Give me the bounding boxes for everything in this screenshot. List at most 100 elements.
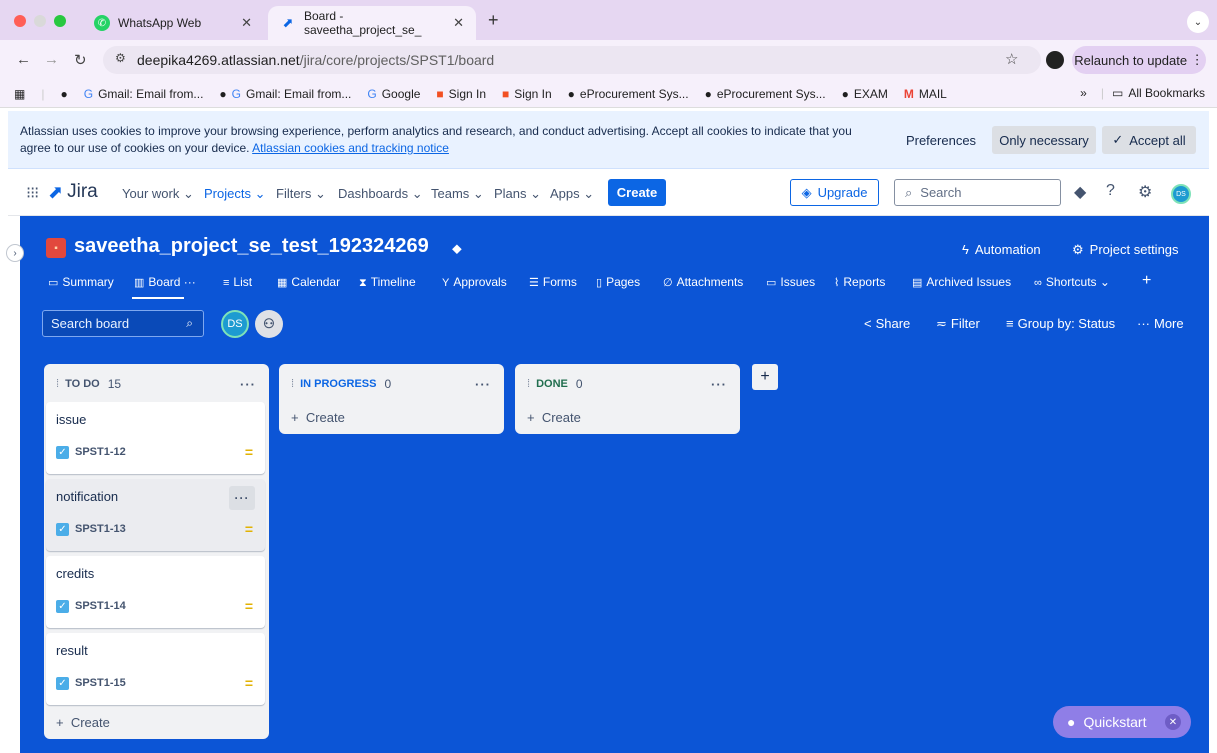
column-more-button[interactable]: ··· bbox=[475, 377, 491, 392]
profile-avatar[interactable] bbox=[1046, 51, 1064, 69]
tab-pages[interactable]: ▯ Pages bbox=[596, 275, 640, 289]
bookmark-signin-1[interactable]: ■ Sign In bbox=[436, 87, 486, 101]
avatar-filter[interactable]: DS bbox=[221, 310, 249, 338]
tab-whatsapp[interactable]: ✆ WhatsApp Web ✕ bbox=[82, 6, 264, 40]
nav-projects[interactable]: Projects ⌄ bbox=[204, 186, 265, 202]
minimize-window-button[interactable] bbox=[34, 15, 46, 27]
close-tab-icon[interactable]: ✕ bbox=[241, 15, 252, 31]
nav-plans[interactable]: Plans ⌄ bbox=[494, 186, 541, 202]
issue-card[interactable]: result ✓ SPST1-15 = bbox=[46, 633, 265, 705]
bookmark-eprocurement-1[interactable]: ● eProcurement Sys... bbox=[568, 87, 689, 101]
issue-key[interactable]: SPST1-12 bbox=[75, 446, 126, 458]
close-tab-icon[interactable]: ✕ bbox=[453, 15, 464, 31]
issue-card[interactable]: notification ··· ✓ SPST1-13 = bbox=[46, 479, 265, 551]
expand-sidebar-button[interactable]: › bbox=[6, 244, 24, 262]
share-button[interactable]: < Share bbox=[864, 316, 910, 331]
more-button[interactable]: ··· More bbox=[1137, 316, 1184, 331]
issue-card[interactable]: issue ✓ SPST1-12 = bbox=[46, 402, 265, 474]
settings-icon[interactable]: ⚙ bbox=[1138, 182, 1152, 202]
create-issue-button[interactable]: + Create bbox=[291, 410, 345, 425]
tab-timeline[interactable]: ⧗ Timeline bbox=[359, 275, 416, 290]
project-settings-button[interactable]: ⚙ Project settings bbox=[1072, 242, 1179, 258]
bookmark-chrome-icon[interactable]: ● bbox=[60, 87, 67, 101]
only-necessary-button[interactable]: Only necessary bbox=[992, 126, 1096, 154]
chevron-right-icon[interactable]: » bbox=[1080, 86, 1087, 100]
nav-dashboards[interactable]: Dashboards ⌄ bbox=[338, 186, 423, 202]
help-icon[interactable]: ? bbox=[1106, 182, 1115, 200]
drag-handle-icon[interactable]: ⁞ bbox=[56, 378, 59, 390]
create-issue-button[interactable]: + Create bbox=[56, 715, 110, 730]
create-button[interactable]: Create bbox=[608, 179, 666, 206]
tab-shortcuts[interactable]: ∞ Shortcuts ⌄ bbox=[1034, 275, 1110, 289]
bookmark-mail[interactable]: M MAIL bbox=[904, 87, 947, 101]
nav-apps[interactable]: Apps ⌄ bbox=[550, 186, 594, 202]
drag-handle-icon[interactable]: ⁞ bbox=[291, 378, 294, 390]
bookmark-gmail-2[interactable]: ● G Gmail: Email from... bbox=[219, 87, 351, 101]
nav-filters[interactable]: Filters ⌄ bbox=[276, 186, 326, 202]
search-icon: ⌕ bbox=[905, 184, 913, 200]
nav-your-work[interactable]: Your work ⌄ bbox=[122, 186, 194, 202]
issue-card[interactable]: credits ✓ SPST1-14 = bbox=[46, 556, 265, 628]
pin-icon[interactable]: ⬥ bbox=[452, 240, 462, 257]
create-issue-button[interactable]: + Create bbox=[527, 410, 581, 425]
group-by-button[interactable]: ≡ Group by: Status bbox=[1006, 316, 1115, 331]
filter-button[interactable]: ≂ Filter bbox=[936, 316, 980, 332]
forward-button[interactable]: → bbox=[44, 51, 59, 68]
tab-search-button[interactable]: ⌄ bbox=[1187, 11, 1209, 33]
close-window-button[interactable] bbox=[14, 15, 26, 27]
address-bar[interactable]: deepika4269.atlassian.net/jira/core/proj… bbox=[103, 46, 1041, 74]
accept-all-button[interactable]: ✓ Accept all bbox=[1102, 126, 1196, 154]
column-more-button[interactable]: ··· bbox=[711, 377, 727, 392]
bookmark-google[interactable]: G Google bbox=[367, 87, 420, 101]
cookie-notice-link[interactable]: Atlassian cookies and tracking notice bbox=[252, 141, 449, 155]
tab-list[interactable]: ≡ List bbox=[223, 275, 252, 289]
bookmark-eprocurement-2[interactable]: ● eProcurement Sys... bbox=[705, 87, 826, 101]
bookmark-signin-2[interactable]: ■ Sign In bbox=[502, 87, 552, 101]
notifications-icon[interactable]: ◆ bbox=[1074, 182, 1086, 202]
tab-forms[interactable]: ☰ Forms bbox=[529, 275, 577, 289]
tab-attachments[interactable]: ∅ Attachments bbox=[663, 275, 743, 289]
tab-issues[interactable]: ▭ Issues bbox=[766, 275, 815, 289]
new-tab-button[interactable]: + bbox=[488, 11, 499, 29]
jira-logo[interactable]: ⬈ Jira bbox=[48, 181, 98, 203]
site-info-icon[interactable]: ⚙ bbox=[115, 51, 126, 65]
tab-approvals[interactable]: Y Approvals bbox=[442, 275, 507, 289]
bookmark-gmail-1[interactable]: G Gmail: Email from... bbox=[84, 87, 204, 101]
tab-board[interactable]: ⬈ Board - saveetha_project_se_ ✕ bbox=[268, 6, 476, 40]
quickstart-button[interactable]: ● Quickstart ✕ bbox=[1053, 706, 1191, 738]
tab-board[interactable]: ▥ Board ··· bbox=[134, 275, 196, 289]
issue-key[interactable]: SPST1-13 bbox=[75, 523, 126, 535]
preferences-button[interactable]: Preferences bbox=[896, 126, 986, 154]
back-button[interactable]: ← bbox=[16, 51, 31, 68]
issue-key[interactable]: SPST1-15 bbox=[75, 677, 126, 689]
bookmark-star-icon[interactable]: ☆ bbox=[1005, 50, 1018, 68]
card-more-button[interactable]: ··· bbox=[229, 486, 255, 510]
drag-handle-icon[interactable]: ⁞ bbox=[527, 378, 530, 390]
app-switcher-icon[interactable]: ⁝⁝⁝ bbox=[26, 183, 39, 203]
add-tab-button[interactable]: + bbox=[1142, 272, 1151, 290]
search-input[interactable]: ⌕ Search bbox=[894, 179, 1061, 206]
automation-button[interactable]: ϟ Automation bbox=[962, 242, 1041, 257]
upgrade-button[interactable]: ◈ Upgrade bbox=[790, 179, 879, 206]
tab-calendar[interactable]: ▦ Calendar bbox=[277, 275, 340, 289]
tab-reports[interactable]: ⌇ Reports bbox=[834, 275, 885, 289]
apps-icon[interactable]: ▦ bbox=[14, 87, 25, 101]
button-label: Project settings bbox=[1089, 242, 1179, 257]
column-more-button[interactable]: ··· bbox=[240, 377, 256, 392]
tab-archived-issues[interactable]: ▤ Archived Issues bbox=[912, 275, 1011, 289]
close-icon[interactable]: ✕ bbox=[1165, 714, 1181, 730]
tab-summary[interactable]: ▭ Summary bbox=[48, 275, 114, 289]
maximize-window-button[interactable] bbox=[54, 15, 66, 27]
add-people-button[interactable]: ⚇ bbox=[255, 310, 283, 338]
avatar[interactable]: DS bbox=[1171, 184, 1191, 204]
search-icon: ⌕ bbox=[186, 316, 193, 330]
reload-button[interactable]: ↻ bbox=[74, 51, 87, 69]
microsoft-icon: ■ bbox=[502, 86, 510, 101]
nav-teams[interactable]: Teams ⌄ bbox=[431, 186, 484, 202]
add-column-button[interactable]: + bbox=[752, 364, 778, 390]
issue-key[interactable]: SPST1-14 bbox=[75, 600, 126, 612]
search-board-input[interactable]: Search board ⌕ bbox=[42, 310, 204, 337]
relaunch-button[interactable]: Relaunch to update ⋮ bbox=[1072, 46, 1206, 74]
bookmark-exam[interactable]: ● EXAM bbox=[842, 87, 888, 101]
all-bookmarks-button[interactable]: All Bookmarks bbox=[1128, 86, 1205, 100]
